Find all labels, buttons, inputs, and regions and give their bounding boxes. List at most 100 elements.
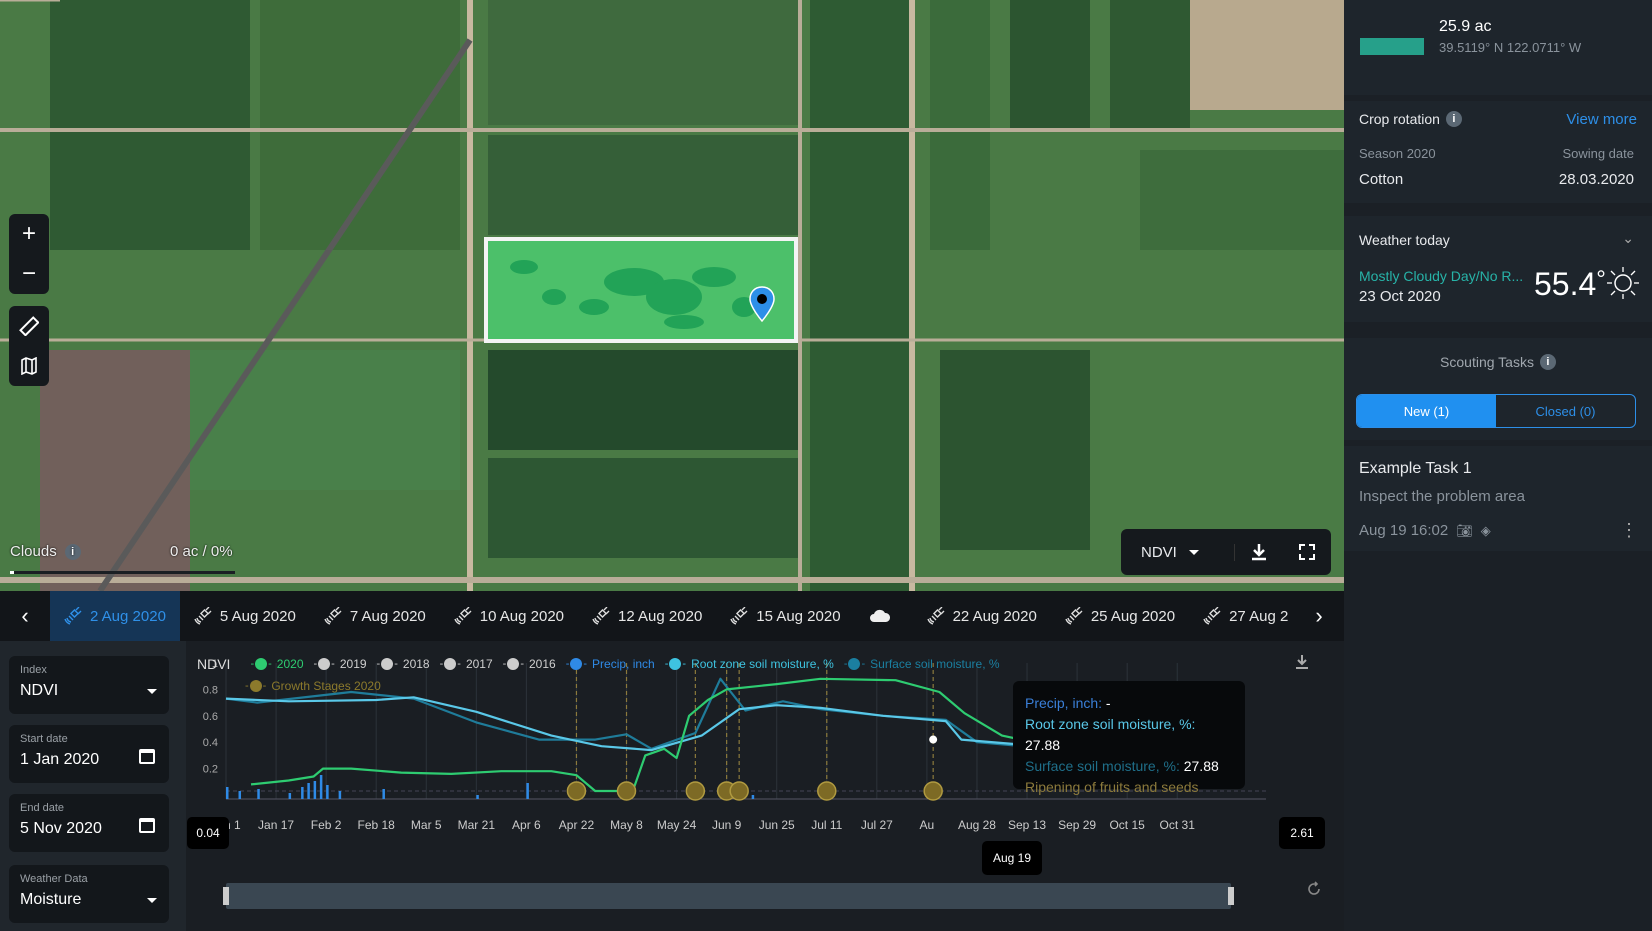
range-slider-handle-left[interactable] xyxy=(223,887,229,905)
satellite-icon xyxy=(454,607,472,625)
legend-item[interactable]: - -2016 xyxy=(503,653,556,675)
tooltip-precip-label: Precip, inch: xyxy=(1025,695,1103,711)
tab-new[interactable]: New (1) xyxy=(1357,395,1496,427)
view-more-link[interactable]: View more xyxy=(1566,111,1637,128)
caret-down-icon xyxy=(147,898,157,903)
legend-marker xyxy=(669,658,682,670)
location-pin-icon[interactable] xyxy=(748,285,776,323)
info-icon[interactable]: i xyxy=(64,543,81,560)
precip-bar xyxy=(288,793,292,799)
x-tick-label: Sep 29 xyxy=(1058,818,1096,832)
tab-closed[interactable]: Closed (0) xyxy=(1496,395,1635,427)
date-item[interactable]: 15 Aug 2020 xyxy=(716,591,854,641)
more-options-icon[interactable]: ⋮ xyxy=(1620,520,1638,541)
calendar-icon[interactable] xyxy=(139,818,155,833)
x-tick-label: May 24 xyxy=(657,818,697,832)
weather-data-value: Moisture xyxy=(20,891,82,908)
legend-label: Precip, inch xyxy=(592,657,655,671)
index-label: Index xyxy=(20,664,47,676)
x-tick-label: Feb 2 xyxy=(311,818,342,832)
legend-item[interactable]: - -2017 xyxy=(440,653,493,675)
legend-item[interactable]: - - Root zone soil moisture, % xyxy=(665,653,834,675)
app-root: + − Clouds i 0 ac / 0% NDVI ‹ 2 Aug 2020… xyxy=(0,0,1652,931)
legend-marker xyxy=(318,658,331,670)
start-date-value: 1 Jan 2020 xyxy=(20,751,100,768)
x-tick-label: Jan 17 xyxy=(258,818,294,832)
date-item[interactable]: 27 Aug 2 xyxy=(1189,591,1294,641)
map-tools xyxy=(9,306,49,386)
legend-item[interactable]: - - Surface soil moisture, % xyxy=(844,653,1000,675)
date-item[interactable]: 25 Aug 2020 xyxy=(1051,591,1189,641)
legend-marker xyxy=(570,658,583,670)
legend-title: NDVI xyxy=(197,656,231,672)
date-item[interactable] xyxy=(855,591,913,641)
x-tick-label: Oct 31 xyxy=(1160,818,1196,832)
date-item[interactable]: 10 Aug 2020 xyxy=(440,591,578,641)
layers-icon: ◈ xyxy=(1480,522,1491,538)
legend-label: Growth Stages 2020 xyxy=(271,679,381,693)
weather-title: Weather today xyxy=(1359,232,1450,248)
precip-bar xyxy=(751,795,755,799)
legend-label: 2016 xyxy=(528,657,556,671)
tooltip-root-value: 27.88 xyxy=(1025,737,1061,753)
info-icon[interactable]: i xyxy=(1539,354,1556,370)
weather-date: 23 Oct 2020 xyxy=(1359,288,1441,305)
date-item[interactable]: 7 Aug 2020 xyxy=(310,591,440,641)
reset-zoom-button[interactable] xyxy=(1306,881,1322,902)
map-layers-button[interactable] xyxy=(9,346,49,386)
zoom-in-button[interactable]: + xyxy=(9,214,49,254)
hover-point xyxy=(929,735,938,744)
legend-marker xyxy=(381,658,394,670)
map-index-toolbar: NDVI xyxy=(1121,529,1331,575)
date-label: 5 Aug 2020 xyxy=(219,607,296,625)
date-item[interactable]: 5 Aug 2020 xyxy=(180,591,310,641)
legend-label: 2019 xyxy=(339,657,367,671)
legend-item[interactable]: - -2019 xyxy=(314,653,367,675)
prev-dates-button[interactable]: ‹ xyxy=(0,591,50,641)
index-select[interactable]: Index NDVI xyxy=(9,656,169,714)
legend-item[interactable]: - -2020 xyxy=(250,653,303,675)
satellite-icon xyxy=(324,607,342,625)
range-slider-handle-right[interactable] xyxy=(1228,887,1234,905)
legend-item[interactable]: - -2018 xyxy=(377,653,430,675)
date-label: 2 Aug 2020 xyxy=(90,607,166,625)
field-color-swatch xyxy=(1360,38,1424,55)
chart-download-button[interactable] xyxy=(1295,654,1309,675)
weather-data-select[interactable]: Weather Data Moisture xyxy=(9,865,169,923)
x-tick-label: Mar 21 xyxy=(458,818,496,832)
index-dropdown-value: NDVI xyxy=(1141,543,1177,561)
date-item[interactable]: 22 Aug 2020 xyxy=(913,591,1051,641)
task-card[interactable]: Example Task 1 Inspect the problem area … xyxy=(1344,446,1652,551)
legend-item[interactable]: - - Precip, inch xyxy=(566,653,655,675)
zoom-out-button[interactable]: − xyxy=(9,254,49,294)
x-tick-label: Jul 27 xyxy=(861,818,893,832)
legend-marker xyxy=(507,658,520,670)
date-label: 27 Aug 2 xyxy=(1229,607,1289,625)
x-tick-label: Jun 25 xyxy=(759,818,795,832)
end-date-field[interactable]: End date 5 Nov 2020 xyxy=(9,794,169,852)
chevron-down-icon[interactable]: ⌄ xyxy=(1622,230,1634,247)
index-dropdown[interactable]: NDVI xyxy=(1121,543,1235,561)
y-tick-label: 0.4 xyxy=(203,737,218,749)
ruler-button[interactable] xyxy=(9,306,49,346)
range-slider-track[interactable] xyxy=(226,883,1231,909)
satellite-icon xyxy=(730,607,748,625)
satellite-map[interactable]: + − Clouds i 0 ac / 0% NDVI xyxy=(0,0,1344,591)
date-item[interactable]: 2 Aug 2020 xyxy=(50,591,180,641)
calendar-icon[interactable] xyxy=(139,749,155,764)
precip-bar xyxy=(326,785,329,799)
fullscreen-button[interactable] xyxy=(1283,544,1331,560)
date-item[interactable]: 12 Aug 2020 xyxy=(578,591,716,641)
start-date-field[interactable]: Start date 1 Jan 2020 xyxy=(9,725,169,783)
end-date-label: End date xyxy=(20,802,65,814)
precip-bar xyxy=(382,789,385,799)
legend-item[interactable]: - - Growth Stages 2020 xyxy=(245,675,381,697)
download-button[interactable] xyxy=(1235,543,1283,561)
info-icon[interactable]: i xyxy=(1445,111,1462,127)
precip-bar xyxy=(476,795,479,799)
x-tick-label: Feb 18 xyxy=(358,818,396,832)
next-dates-button[interactable]: › xyxy=(1294,591,1344,641)
legend-marker xyxy=(249,680,262,692)
y-tick-label: 0.6 xyxy=(203,711,218,723)
refresh-icon xyxy=(1308,881,1320,895)
